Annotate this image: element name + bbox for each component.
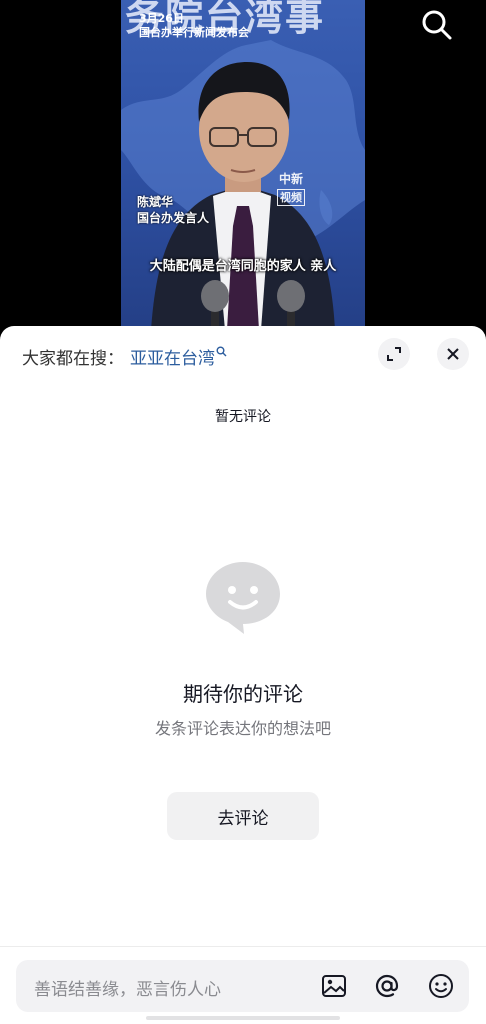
empty-title: 期待你的评论 (183, 682, 303, 706)
emoji-icon (429, 974, 453, 998)
search-suggestion-link[interactable]: 亚亚在台湾 (130, 344, 227, 369)
video-watermark: 中新 视频 (277, 172, 305, 206)
expand-button[interactable] (378, 338, 410, 370)
go-comment-button[interactable]: 去评论 (167, 792, 319, 840)
close-button[interactable] (437, 338, 469, 370)
comment-input-placeholder: 善语结善缘，恶言伤人心 (34, 980, 221, 1000)
empty-subtitle: 发条评论表达你的想法吧 (154, 719, 331, 738)
mention-button[interactable] (373, 972, 401, 1000)
expand-icon (387, 347, 401, 361)
video-player[interactable]: 务院台湾事 3月26日 国台办举行新闻发布会 中新 视频 陈斌华 国台办发言人 … (0, 0, 486, 340)
image-button[interactable] (320, 972, 348, 1000)
no-comments-header: 暂无评论 (215, 409, 271, 425)
speaker-name: 陈斌华 (137, 195, 174, 209)
search-button[interactable] (420, 8, 454, 42)
video-frame[interactable]: 务院台湾事 3月26日 国台办举行新闻发布会 中新 视频 陈斌华 国台办发言人 … (121, 0, 365, 330)
divider (0, 946, 486, 947)
home-indicator (146, 1016, 340, 1020)
speaker-figure (151, 62, 335, 330)
search-icon (422, 10, 452, 40)
small-search-icon (216, 346, 227, 357)
image-icon (322, 975, 346, 997)
video-subtitle: 大陆配偶是台湾同胞的家人 亲人 (149, 259, 337, 274)
close-icon (447, 348, 459, 360)
watermark-line2: 视频 (277, 189, 305, 206)
search-suggestion-prefix: 大家都在搜： (22, 349, 124, 369)
search-suggestion: 大家都在搜： 亚亚在台湾 (22, 344, 227, 369)
emoji-button[interactable] (427, 972, 455, 1000)
search-suggestion-term: 亚亚在台湾 (130, 349, 215, 369)
comment-sheet: 大家都在搜： 亚亚在台湾 暂无评论 期待你的评论 发条评论表达你的想法吧 去评论 (0, 326, 486, 1024)
speech-bubble-smile-icon (206, 562, 280, 634)
speaker-title: 国台办发言人 (137, 211, 210, 225)
at-icon (375, 974, 399, 998)
comment-input[interactable]: 善语结善缘，恶言伤人心 (16, 960, 469, 1012)
watermark-line1: 中新 (278, 172, 303, 186)
